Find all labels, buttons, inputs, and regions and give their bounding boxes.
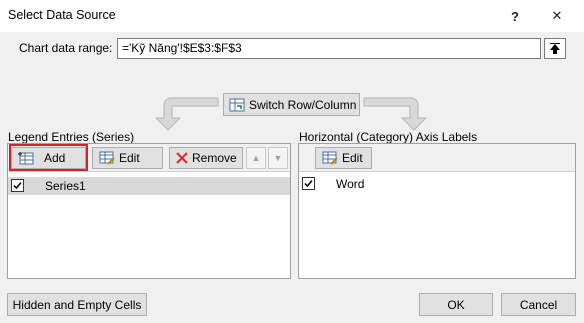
edit-table-icon: [322, 151, 338, 165]
chart-data-range-label: Chart data range:: [19, 41, 112, 55]
list-item[interactable]: Word: [299, 175, 575, 193]
switch-row-column-icon: [229, 98, 245, 111]
series-label: Series1: [45, 179, 86, 193]
list-item[interactable]: Series1: [8, 177, 290, 195]
close-icon: ✕: [551, 8, 563, 23]
left-curved-arrow-icon: [154, 97, 219, 131]
axis-labels-title: Horizontal (Category) Axis Labels: [299, 130, 478, 144]
checkmark-icon: [13, 182, 22, 190]
move-down-button[interactable]: ▼: [268, 147, 288, 169]
switch-row-column-button[interactable]: Switch Row/Column: [223, 93, 360, 116]
dialog-title: Select Data Source: [8, 8, 116, 22]
legend-entries-panel: Add Edit Remove ▲ ▼ Series1: [7, 143, 291, 279]
chart-data-range-label-text: Chart data range:: [19, 41, 113, 55]
chart-data-range-input[interactable]: ='Kỹ Năng'!$E$3:$F$3: [117, 38, 541, 59]
collapse-dialog-icon: [550, 42, 560, 54]
move-up-button[interactable]: ▲: [246, 147, 266, 169]
legend-toolbar: Add Edit Remove ▲ ▼: [8, 144, 290, 172]
remove-series-label: Remove: [192, 151, 237, 165]
edit-series-button[interactable]: Edit: [92, 147, 163, 169]
category-label: Word: [336, 177, 365, 191]
add-series-button[interactable]: Add: [11, 147, 86, 169]
remove-x-icon: [176, 152, 188, 164]
category-checkbox[interactable]: [302, 177, 315, 190]
legend-entries-title: Legend Entries (Series): [8, 130, 135, 144]
add-table-icon: [18, 152, 34, 165]
axis-toolbar: Edit: [299, 144, 575, 172]
ok-button[interactable]: OK: [419, 293, 493, 316]
axis-labels-panel: Edit Word: [298, 143, 576, 279]
edit-series-label: Edit: [119, 151, 140, 165]
chevron-up-icon: ▲: [251, 153, 261, 163]
add-series-label: Add: [44, 151, 66, 165]
edit-axis-labels-button[interactable]: Edit: [315, 147, 372, 169]
switch-row-column-label: Switch Row/Column: [249, 97, 357, 112]
series-checkbox[interactable]: [11, 179, 24, 192]
edit-table-icon: [99, 151, 115, 165]
chevron-down-icon: ▼: [273, 153, 283, 163]
checkmark-icon: [304, 180, 313, 188]
help-button[interactable]: ?: [502, 4, 528, 28]
title-bar: Select Data Source ? ✕: [0, 0, 584, 32]
cancel-button[interactable]: Cancel: [501, 293, 576, 316]
range-collapse-button[interactable]: [544, 38, 566, 59]
hidden-empty-cells-button[interactable]: Hidden and Empty Cells: [7, 293, 147, 316]
select-data-source-dialog: Select Data Source ? ✕ Chart data range:…: [0, 0, 584, 323]
close-button[interactable]: ✕: [544, 4, 570, 28]
right-curved-arrow-icon: [363, 97, 428, 131]
remove-series-button[interactable]: Remove: [169, 147, 243, 169]
edit-axis-labels-label: Edit: [342, 151, 363, 165]
